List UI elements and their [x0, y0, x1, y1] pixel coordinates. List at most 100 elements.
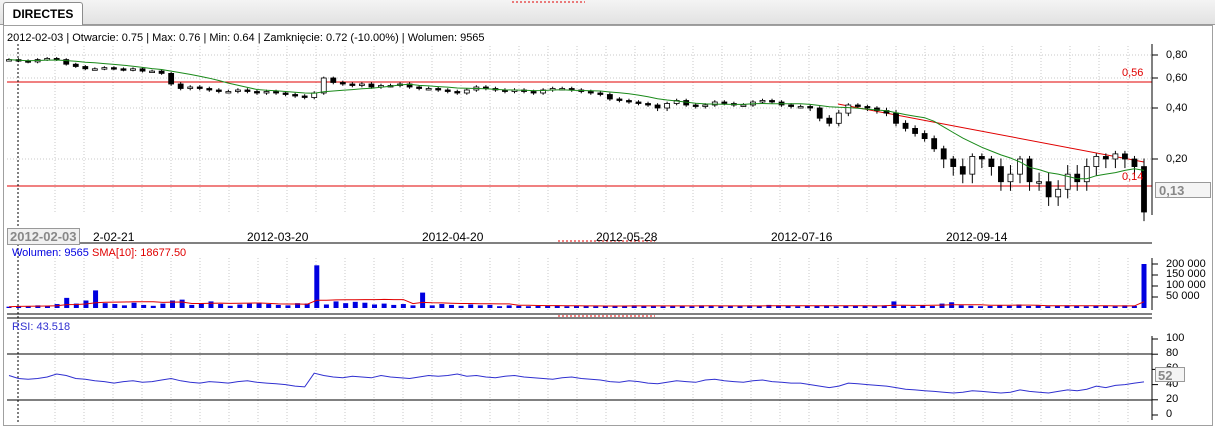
- volume-bar: [968, 305, 974, 308]
- volume-bar: [545, 305, 551, 308]
- candle-body: [263, 91, 270, 94]
- volume-bar: [314, 265, 320, 308]
- candle-body: [626, 100, 632, 103]
- volume-bar: [814, 306, 820, 308]
- candle-body: [702, 104, 709, 107]
- volume-bar: [458, 305, 464, 308]
- volume-bar: [1026, 306, 1032, 308]
- volume-bar: [429, 305, 435, 308]
- candle-body: [797, 106, 804, 109]
- candle-body: [111, 67, 117, 70]
- candle-body: [1036, 181, 1042, 184]
- volume-bar: [150, 305, 156, 308]
- candle-body: [645, 103, 651, 106]
- candle-body: [330, 77, 337, 83]
- price-tick-080: 0,80: [1166, 49, 1188, 61]
- candle-body: [769, 100, 775, 103]
- volume-bar: [227, 305, 233, 308]
- candle-body: [254, 91, 260, 94]
- candle-body: [454, 91, 461, 94]
- x-label-1: 2-02-21: [93, 230, 135, 244]
- volume-bar: [1112, 306, 1118, 308]
- candle-body: [931, 138, 938, 150]
- vol-tick-50k: 50 000: [1166, 290, 1200, 302]
- volume-bar: [102, 303, 108, 308]
- volume-bar: [189, 304, 195, 308]
- volume-bar: [448, 304, 454, 308]
- candle-body: [244, 89, 251, 92]
- chart-canvas: [6, 1, 1158, 424]
- volume-bar: [237, 304, 243, 308]
- volume-bar: [381, 303, 387, 308]
- volume-bar: [525, 306, 531, 308]
- candle-body: [740, 104, 747, 107]
- volume-bar: [593, 306, 599, 308]
- candle-body: [721, 101, 728, 104]
- candle-body: [1122, 153, 1128, 160]
- volume-bar: [64, 297, 70, 308]
- candle-body: [940, 148, 947, 160]
- candle-body: [206, 88, 213, 91]
- volume-bar: [246, 303, 252, 308]
- ohlc-info: 2012-02-03 | Otwarcie: 0.75 | Max: 0.76 …: [7, 32, 485, 44]
- candle-body: [101, 67, 108, 70]
- volume-bar: [958, 305, 964, 308]
- candle-body: [168, 73, 175, 85]
- volume-bar: [689, 306, 695, 308]
- candle-body: [1083, 166, 1090, 183]
- volume-bar: [987, 306, 993, 308]
- candle-body: [463, 89, 470, 94]
- volume-bar: [497, 306, 503, 308]
- volume-bar: [612, 306, 618, 308]
- x-cursor-date: 2012-02-03: [7, 228, 80, 245]
- candle-body: [1112, 153, 1119, 160]
- volume-bar: [939, 303, 945, 308]
- candle-body: [273, 91, 279, 94]
- candle-body: [1055, 188, 1062, 198]
- volume-bar: [1045, 306, 1051, 308]
- volume-bar: [516, 305, 522, 308]
- candle-body: [282, 92, 289, 95]
- candle-body: [339, 82, 346, 85]
- candle-body: [149, 70, 155, 73]
- candle-body: [416, 86, 423, 89]
- candle-body: [349, 83, 356, 86]
- candle-body: [835, 112, 842, 124]
- volume-bar: [275, 304, 281, 308]
- candle-body: [158, 70, 165, 74]
- rsi-tick-0: 0: [1166, 408, 1173, 420]
- last-price-box: 0,13: [1155, 182, 1211, 198]
- volume-bar: [833, 306, 839, 308]
- candle-body: [587, 91, 594, 94]
- volume-bar: [410, 305, 416, 308]
- candle-body: [788, 104, 795, 107]
- volume-bar: [468, 304, 474, 308]
- rsi-legend: RSI: 43.518: [12, 321, 71, 333]
- volume-bar: [112, 304, 118, 308]
- candle-body: [1007, 173, 1014, 183]
- volume-bar: [564, 306, 570, 308]
- volume-bar: [333, 301, 339, 308]
- volume-bar: [1141, 264, 1147, 308]
- candle-body: [130, 68, 136, 71]
- x-label-6: 2012-09-14: [946, 230, 1008, 244]
- candle-body: [664, 103, 671, 109]
- candle-body: [1026, 158, 1033, 183]
- volume-bar: [439, 304, 445, 308]
- x-label-4: 2012-05-28: [596, 230, 658, 244]
- candle-body: [1093, 156, 1100, 167]
- candle-body: [616, 98, 623, 101]
- candle-body: [196, 86, 203, 89]
- volume-bar: [391, 304, 397, 308]
- candle-body: [826, 117, 833, 124]
- candle-body: [635, 101, 642, 104]
- volume-bar: [795, 306, 801, 308]
- candle-body: [444, 89, 451, 92]
- candle-body: [292, 94, 299, 97]
- candle-body: [91, 68, 98, 71]
- candle-body: [358, 83, 365, 86]
- candle-body: [864, 106, 871, 109]
- x-label-5: 2012-07-16: [771, 230, 833, 244]
- rsi-tick-100: 100: [1166, 332, 1185, 344]
- candle-body: [959, 166, 966, 175]
